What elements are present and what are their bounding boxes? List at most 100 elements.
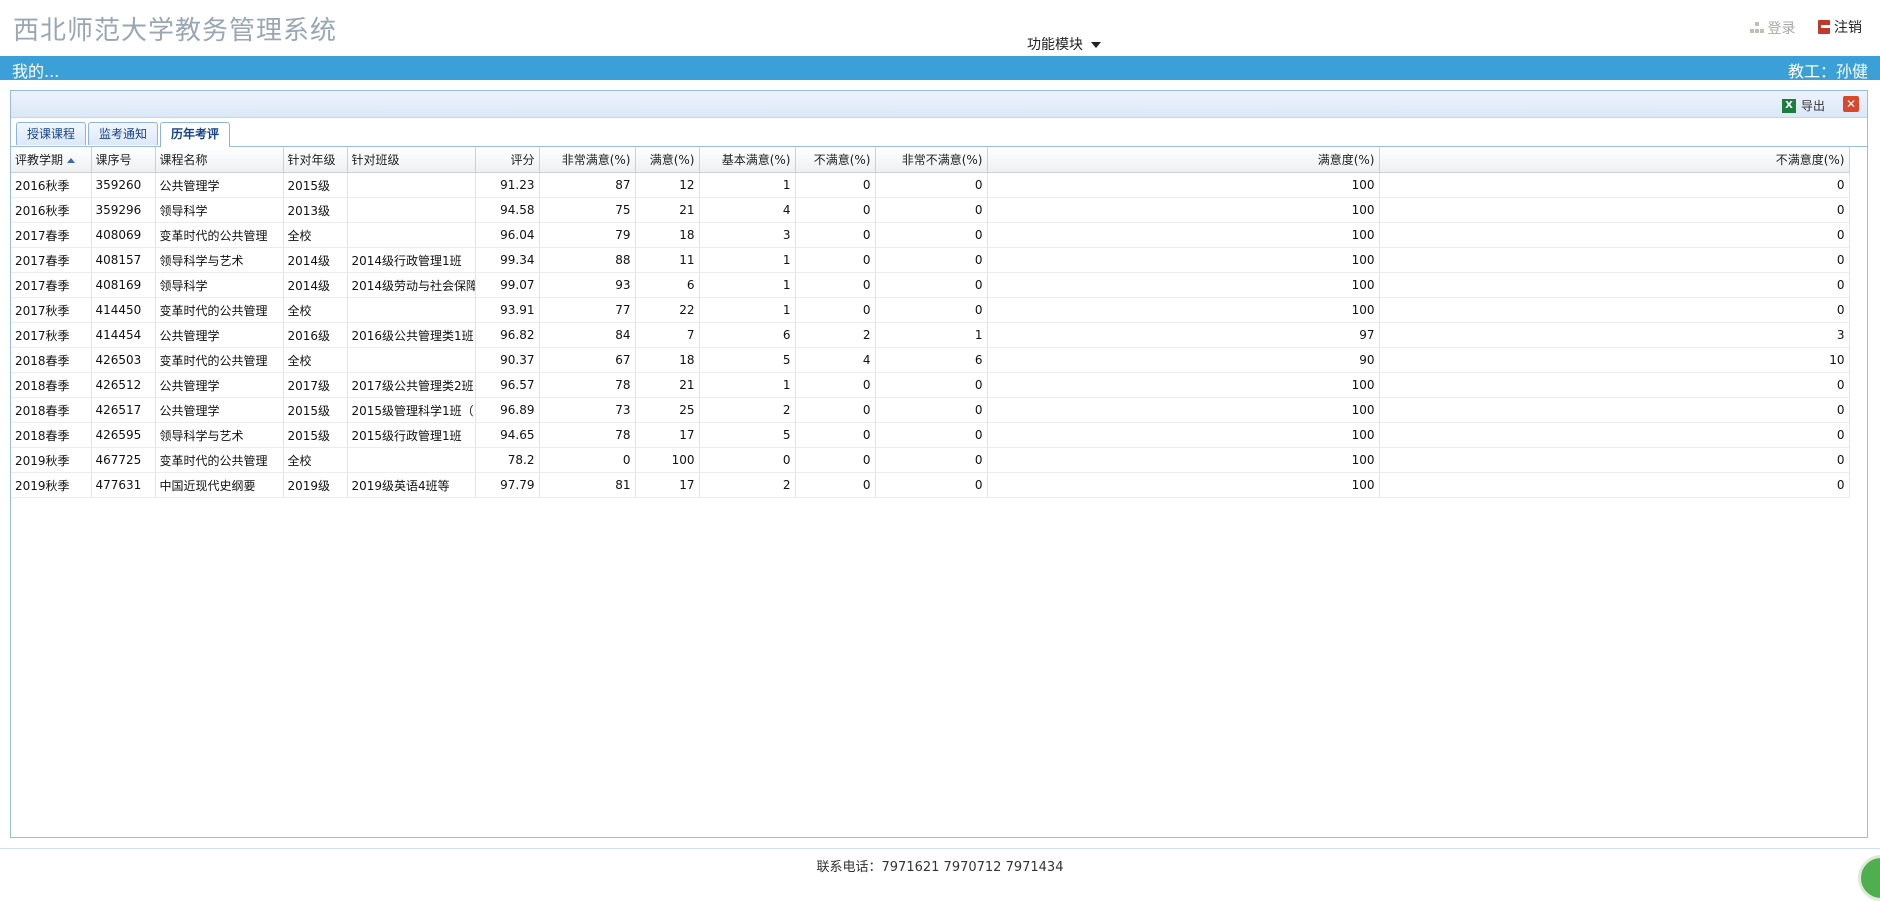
- table-cell: 96.89: [475, 397, 540, 423]
- column-header[interactable]: 不满意度(%): [1379, 147, 1850, 173]
- table-cell: 100: [987, 272, 1380, 298]
- table-row[interactable]: 2018春季 426517 公共管理学 2015级 2015级管理科学1班（ 96.89 7…: [11, 397, 1850, 423]
- table-row[interactable]: 2017春季 408069 变革时代的公共管理 全校 96.04 79 18 3 0 0 100 0: [11, 222, 1850, 248]
- table-cell: 414450: [91, 297, 156, 323]
- table-cell: 100: [987, 372, 1380, 398]
- tab-past-evaluations[interactable]: 历年考评: [160, 122, 231, 147]
- footer-contact: 联系电话：7971621 7970712 7971434: [816, 860, 1064, 875]
- table-cell: 0: [1379, 397, 1850, 423]
- table-cell: 2013级: [283, 197, 348, 223]
- table-cell: 2016秋季: [11, 197, 92, 223]
- column-header[interactable]: 评分: [475, 147, 540, 173]
- column-header[interactable]: 满意度(%): [987, 147, 1380, 173]
- table-cell: 领导科学与艺术: [155, 247, 284, 273]
- table-cell: 6: [875, 347, 988, 373]
- column-header-label: 针对年级: [287, 153, 336, 167]
- close-button[interactable]: ✕: [1843, 96, 1859, 112]
- table-cell: 93: [539, 272, 636, 298]
- export-label: 导出: [1800, 99, 1825, 113]
- table-cell: 426512: [91, 372, 156, 398]
- table-cell: 2019秋季: [11, 472, 92, 498]
- table-cell: 7: [635, 322, 700, 348]
- table-cell: 2015级: [283, 422, 348, 448]
- table-row[interactable]: 2018春季 426512 公共管理学 2017级 2017级公共管理类2班 96.57 7…: [11, 372, 1850, 398]
- table-cell: 100: [987, 197, 1380, 223]
- table-cell: 0: [1379, 272, 1850, 298]
- table-row[interactable]: 2017秋季 414450 变革时代的公共管理 全校 93.91 77 22 1 0 0 100 0: [11, 297, 1850, 323]
- table-cell: 93.91: [475, 297, 540, 323]
- tab-label: 监考通知: [99, 127, 148, 141]
- table-row[interactable]: 2016秋季 359296 领导科学 2013级 94.58 75 21 4 0 0 100 0: [11, 197, 1850, 223]
- table-cell: 变革时代的公共管理: [155, 297, 284, 323]
- table-row[interactable]: 2018春季 426595 领导科学与艺术 2015级 2015级行政管理1班 94.65…: [11, 422, 1850, 448]
- table-cell: 4: [795, 347, 876, 373]
- table-cell: 100: [987, 222, 1380, 248]
- table-row[interactable]: 2017春季 408169 领导科学 2014级 2014级劳动与社会保障 99.07 93…: [11, 272, 1850, 298]
- column-header[interactable]: 满意(%): [635, 147, 700, 173]
- table-cell: 0: [795, 422, 876, 448]
- table-cell: 100: [987, 172, 1380, 198]
- table-cell: 2: [795, 322, 876, 348]
- table-cell: 0: [875, 222, 988, 248]
- table-cell: 467725: [91, 447, 156, 473]
- column-header[interactable]: 评教学期: [11, 147, 92, 173]
- table-cell: 99.07: [475, 272, 540, 298]
- table-cell: 2017春季: [11, 222, 92, 248]
- table-cell: 0: [1379, 222, 1850, 248]
- logout-link[interactable]: 注销: [1818, 17, 1862, 37]
- column-header[interactable]: 非常不满意(%): [875, 147, 988, 173]
- table-row[interactable]: 2017春季 408157 领导科学与艺术 2014级 2014级行政管理1班 99.34…: [11, 247, 1850, 273]
- table-cell: [347, 197, 476, 223]
- table-cell: 1: [699, 172, 796, 198]
- login-icon: [1749, 22, 1764, 34]
- top-links: 登录 注销: [1732, 17, 1862, 38]
- table-cell: 2019级: [283, 472, 348, 498]
- close-icon: ✕: [1845, 97, 1857, 111]
- table-cell: 3: [699, 222, 796, 248]
- table-cell: 100: [987, 422, 1380, 448]
- table-cell: 426517: [91, 397, 156, 423]
- tab-exam-notices[interactable]: 监考通知: [88, 122, 159, 145]
- table-cell: 变革时代的公共管理: [155, 347, 284, 373]
- column-header[interactable]: 针对年级: [283, 147, 348, 173]
- table-cell: 公共管理学: [155, 372, 284, 398]
- module-menu-dropdown[interactable]: 功能模块: [1027, 34, 1101, 54]
- table-cell: 变革时代的公共管理: [155, 222, 284, 248]
- table-cell: 公共管理学: [155, 172, 284, 198]
- column-header[interactable]: 针对班级: [347, 147, 476, 173]
- table-row[interactable]: 2017秋季 414454 公共管理学 2016级 2016级公共管理类1班 96.82 8…: [11, 322, 1850, 348]
- column-header-label: 评教学期: [15, 153, 64, 167]
- table-cell: 359260: [91, 172, 156, 198]
- table-cell: 408069: [91, 222, 156, 248]
- my-menu[interactable]: 我的...: [12, 58, 59, 82]
- table-cell: 2014级: [283, 272, 348, 298]
- table-cell: 6: [635, 272, 700, 298]
- table-cell: 0: [875, 422, 988, 448]
- table-row[interactable]: 2018春季 426503 变革时代的公共管理 全校 90.37 67 18 5 4 6 90 10: [11, 347, 1850, 373]
- login-link[interactable]: 登录: [1749, 18, 1796, 38]
- tab-strip: 授课课程 监考通知 历年考评: [11, 118, 1867, 147]
- table-cell: 12: [635, 172, 700, 198]
- tab-teaching-courses[interactable]: 授课课程: [16, 122, 87, 145]
- column-header[interactable]: 课程名称: [155, 147, 284, 173]
- table-cell: 2016级: [283, 322, 348, 348]
- column-header-label: 不满意度(%): [1775, 153, 1845, 167]
- column-header[interactable]: 基本满意(%): [699, 147, 796, 173]
- table-row[interactable]: 2019秋季 467725 变革时代的公共管理 全校 78.2 0 100 0 0 0 100 0: [11, 447, 1850, 473]
- column-header[interactable]: 非常满意(%): [539, 147, 636, 173]
- caret-down-icon: [1091, 42, 1101, 48]
- table-cell: 5: [699, 347, 796, 373]
- column-header[interactable]: 课序号: [91, 147, 156, 173]
- table-cell: 21: [635, 197, 700, 223]
- table-row[interactable]: 2016秋季 359260 公共管理学 2015级 91.23 87 12 1 0 0 100 0: [11, 172, 1850, 198]
- export-button[interactable]: X 导出: [1781, 97, 1825, 114]
- table-cell: 0: [1379, 372, 1850, 398]
- column-header[interactable]: 不满意(%): [795, 147, 876, 173]
- table-cell: 领导科学与艺术: [155, 422, 284, 448]
- table-cell: 78: [539, 422, 636, 448]
- table-cell: 90: [987, 347, 1380, 373]
- table-row[interactable]: 2019秋季 477631 中国近现代史纲要 2019级 2019级英语4班等 97.79…: [11, 472, 1850, 498]
- table-cell: 100: [987, 472, 1380, 498]
- logout-icon: [1818, 20, 1830, 34]
- page-header: 西北师范大学教务管理系统 功能模块 登录 注销: [0, 0, 1880, 56]
